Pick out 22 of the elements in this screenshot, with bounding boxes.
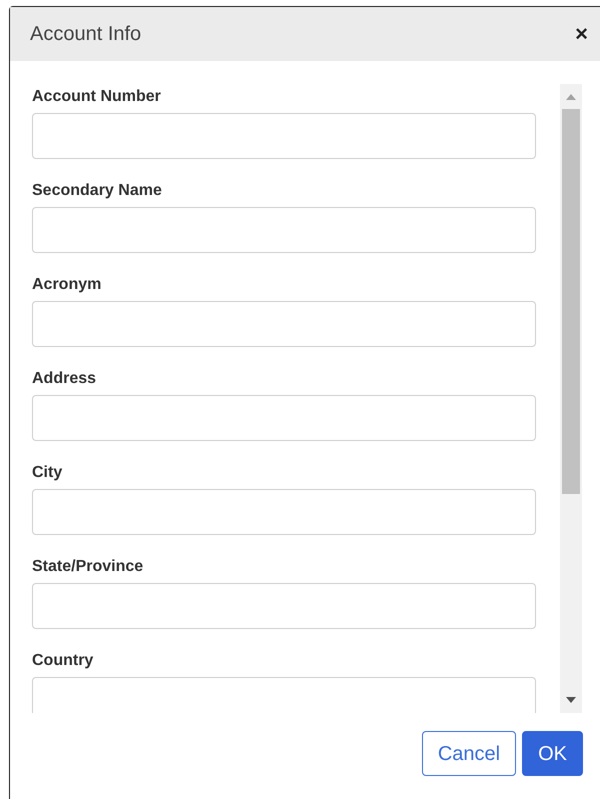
field-label: Acronym — [32, 275, 102, 295]
field-label: City — [32, 463, 64, 483]
input-field[interactable] — [32, 489, 536, 535]
field-label: Account Number — [32, 87, 162, 107]
input-field[interactable] — [32, 583, 536, 629]
field-label: Country — [32, 651, 94, 671]
field-label: Address — [32, 369, 98, 389]
scrollbar[interactable] — [560, 84, 582, 713]
input-field[interactable] — [32, 113, 536, 159]
input-field[interactable] — [32, 677, 536, 713]
field-label: Secondary Name — [32, 181, 163, 201]
field-label: State/Province — [32, 557, 144, 577]
scroll-down-icon[interactable] — [566, 697, 576, 703]
input-field[interactable] — [32, 301, 536, 347]
ok-button[interactable]: OK — [522, 731, 583, 776]
input-field[interactable] — [32, 207, 536, 253]
close-button[interactable]: × — [575, 23, 588, 45]
input-field[interactable] — [32, 395, 536, 441]
scroll-up-icon[interactable] — [566, 94, 576, 100]
cancel-button[interactable]: Cancel — [422, 731, 516, 776]
scrollbar-thumb[interactable] — [562, 109, 580, 494]
dialog-title: Account Info — [30, 22, 142, 47]
